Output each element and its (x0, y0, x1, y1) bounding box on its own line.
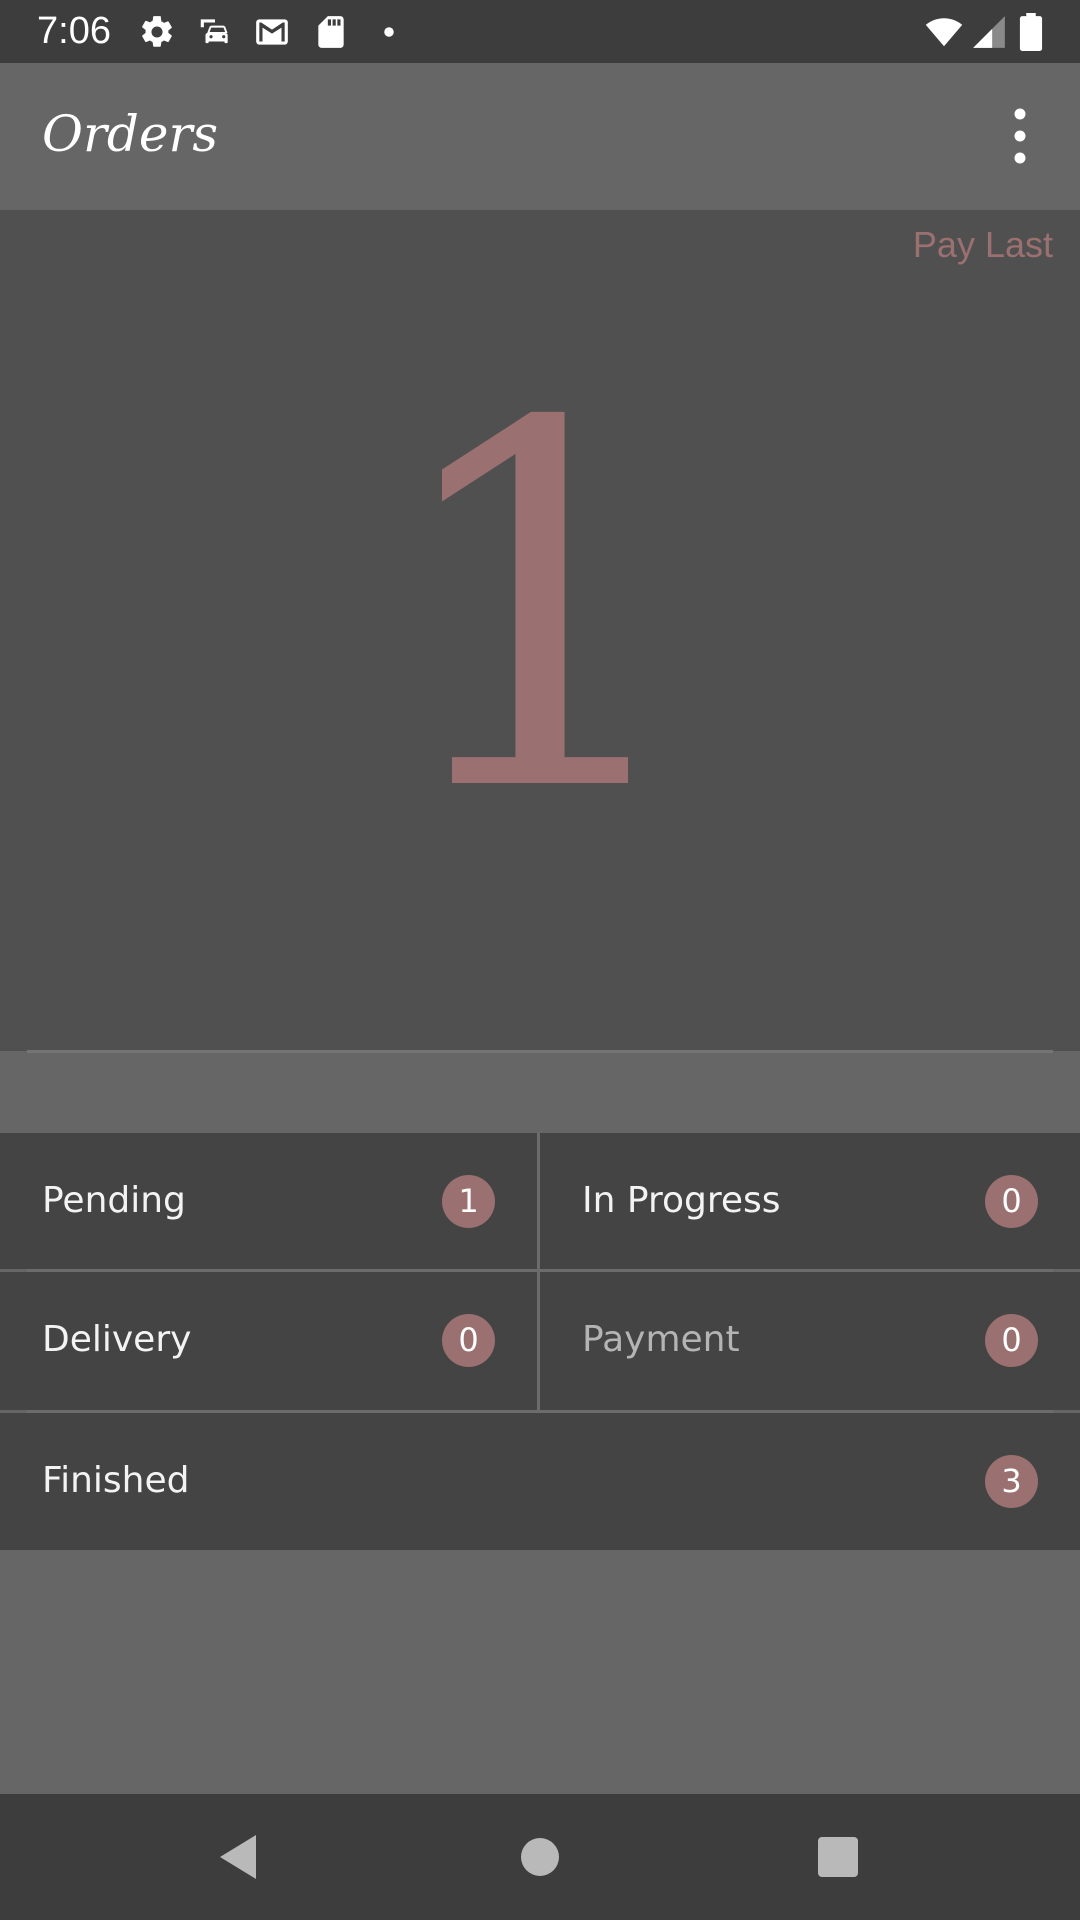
status-cell-in-progress[interactable]: In Progress 0 (540, 1133, 1080, 1269)
cell-signal-icon (970, 13, 1008, 51)
active-order-count: 1 (380, 319, 700, 901)
count-badge: 3 (985, 1455, 1038, 1508)
page-title: Orders (42, 105, 219, 163)
back-icon[interactable] (208, 1827, 268, 1887)
recents-icon[interactable] (808, 1827, 868, 1887)
count-badge: 1 (442, 1175, 495, 1228)
status-label: Pending (42, 1180, 186, 1221)
hero-panel: Pay Last 1 (0, 210, 1080, 1053)
more-vert-icon[interactable] (990, 103, 1050, 169)
status-cell-payment[interactable]: Payment 0 (540, 1272, 1080, 1410)
count-badge: 0 (442, 1314, 495, 1367)
car-sync-icon (196, 13, 234, 51)
sd-card-icon (312, 13, 350, 51)
divider (27, 1410, 1053, 1413)
status-time: 7:06 (37, 10, 111, 52)
app-bar: Orders (0, 63, 1080, 210)
notification-dot-icon (370, 13, 408, 51)
home-icon[interactable] (510, 1827, 570, 1887)
divider (27, 1269, 1053, 1272)
status-label: Delivery (42, 1319, 192, 1360)
count-badge: 0 (985, 1175, 1038, 1228)
status-cell-delivery[interactable]: Delivery 0 (0, 1272, 537, 1410)
status-cell-pending[interactable]: Pending 1 (0, 1133, 537, 1269)
gmail-icon (253, 13, 291, 51)
pay-last-button[interactable]: Pay Last (913, 214, 1053, 276)
status-label: Finished (42, 1460, 190, 1501)
status-label: Payment (582, 1319, 740, 1360)
system-nav-bar (0, 1794, 1080, 1920)
count-badge: 0 (985, 1314, 1038, 1367)
status-label: In Progress (582, 1180, 781, 1221)
status-cell-finished[interactable]: Finished 3 (0, 1413, 1080, 1550)
settings-icon (138, 13, 176, 51)
battery-icon (1015, 13, 1047, 51)
wifi-icon (922, 13, 966, 51)
status-bar: 7:06 (0, 0, 1080, 63)
divider (27, 1050, 1053, 1053)
